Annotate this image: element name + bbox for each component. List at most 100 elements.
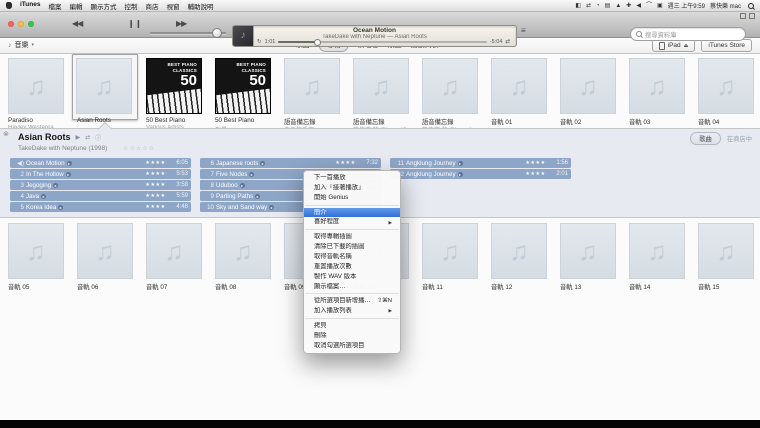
window-widget-icons[interactable] — [740, 13, 755, 19]
shuffle-album-icon[interactable]: ⇄ — [85, 134, 90, 141]
album-cover-placeholder[interactable]: ♫ — [629, 58, 685, 114]
album-cell[interactable]: ♫音軌 06 — [69, 222, 138, 292]
context-menu-item[interactable]: 刪除 — [304, 331, 400, 341]
context-menu-item[interactable]: 下一首播放 — [304, 173, 400, 183]
context-menu-item[interactable]: 重置播放次數 — [304, 262, 400, 272]
menu-title-4[interactable]: 控制 — [124, 1, 137, 11]
context-menu-item[interactable]: 取得專輯插圖 — [304, 232, 400, 242]
menu-title-itunes[interactable]: iTunes — [20, 1, 40, 11]
track-store-arrow-icon[interactable]: ▸ — [458, 161, 463, 166]
track-rating-stars[interactable]: ★★★★· — [335, 160, 358, 166]
album-cell[interactable]: ♫ParadisoHayley Westenra — [0, 57, 69, 127]
album-cover-placeholder[interactable]: ♫ — [8, 223, 64, 279]
track-row[interactable]: 12Angklung Journey▸★★★★·2:01 — [390, 169, 571, 179]
album-cell[interactable]: ♫音軌 15 — [690, 222, 759, 292]
track-store-arrow-icon[interactable]: ▸ — [66, 172, 71, 177]
repeat-icon[interactable]: ↻ — [257, 39, 262, 45]
menu-title-3[interactable]: 顯示方式 — [90, 1, 116, 11]
universal-access-icon[interactable]: ✚ — [626, 3, 631, 9]
album-cell[interactable]: ♫音軌 11 — [414, 222, 483, 292]
pause-button[interactable]: ❙❙ — [128, 19, 143, 28]
track-row[interactable]: 5Korea Idea▸★★★★·4:48 — [10, 202, 191, 212]
track-rating-stars[interactable]: ★★★★· — [145, 193, 168, 199]
album-cell[interactable]: ♫語音備忘錄蔡快樂 的 iPhone4Gs — [345, 57, 414, 127]
search-input[interactable]: 搜尋資料庫 — [630, 27, 746, 41]
messages-icon[interactable]: ▣ — [657, 3, 663, 9]
shuffle-icon[interactable]: ⇄ — [505, 39, 510, 45]
menu-title-2[interactable]: 編輯 — [69, 1, 82, 11]
album-cell[interactable]: ♫音軌 13 — [552, 222, 621, 292]
context-menu-item[interactable]: 取消勾選所選項目 — [304, 341, 400, 351]
album-cover-placeholder[interactable]: ♫ — [353, 58, 409, 114]
track-store-arrow-icon[interactable]: ▸ — [249, 172, 254, 177]
album-cover-placeholder[interactable]: ♫ — [77, 223, 133, 279]
display-icon[interactable]: ▤ — [605, 3, 611, 9]
media-picker[interactable]: ♪ 音樂 ▾ — [8, 40, 34, 50]
context-menu-item[interactable]: 簡介 — [304, 208, 400, 218]
mini-player-icon[interactable] — [740, 13, 746, 19]
play-album-icon[interactable]: ▶ — [76, 134, 81, 141]
album-cell[interactable]: ♫音軌 08 — [207, 222, 276, 292]
context-menu-item[interactable]: 拷貝 — [304, 321, 400, 331]
sync-icon[interactable]: ⇄ — [586, 3, 591, 9]
album-cover-placeholder[interactable]: ♫ — [560, 58, 616, 114]
album-cover-placeholder[interactable]: ♫ — [698, 58, 754, 114]
progress-bar[interactable] — [278, 41, 487, 43]
album-cell[interactable]: BEST PIANOCLASSICS5050 Best Piano群星 — [207, 57, 276, 127]
volume-slider-knob[interactable] — [212, 28, 222, 38]
window-close-button[interactable] — [8, 21, 14, 27]
eject-icon[interactable]: ▲ — [615, 3, 621, 9]
close-icon[interactable]: ⊗ — [3, 130, 9, 138]
up-next-icon[interactable]: ≡ — [521, 26, 526, 35]
album-cell[interactable]: ♫音軌 12 — [483, 222, 552, 292]
album-cell[interactable]: ♫音軌 14 — [621, 222, 690, 292]
context-menu-item[interactable]: 加入播放列表▶ — [304, 306, 400, 316]
track-store-arrow-icon[interactable]: ▸ — [458, 172, 463, 177]
album-cover-bestpiano[interactable]: BEST PIANOCLASSICS50 — [146, 58, 202, 114]
previous-track-button[interactable]: ◀◀ — [72, 19, 82, 28]
album-cover-placeholder[interactable]: ♫ — [284, 58, 340, 114]
track-rating-stars[interactable]: ★★★★· — [145, 160, 168, 166]
album-cover-placeholder[interactable]: ♫ — [422, 58, 478, 114]
menu-bar-user[interactable]: 蔡快樂 mac — [710, 1, 741, 10]
album-cover-bestpiano[interactable]: BEST PIANOCLASSICS50 — [215, 58, 271, 114]
progress-knob[interactable] — [314, 39, 321, 46]
track-row[interactable]: 3Jegoging▸★★★★·3:58 — [10, 180, 191, 190]
context-menu-item[interactable]: 清除已下載的插圖 — [304, 242, 400, 252]
track-store-arrow-icon[interactable]: ▸ — [67, 161, 72, 166]
menu-title-5[interactable]: 商店 — [145, 1, 158, 11]
album-cover-placeholder[interactable]: ♫ — [76, 58, 132, 114]
album-cover-placeholder[interactable]: ♫ — [491, 223, 547, 279]
wifi-icon[interactable]: ⌒ — [646, 3, 652, 9]
apple-menu-icon[interactable] — [6, 2, 12, 9]
track-store-arrow-icon[interactable]: ▸ — [260, 161, 265, 166]
album-cover-placeholder[interactable]: ♫ — [698, 223, 754, 279]
album-cover-placeholder[interactable]: ♫ — [422, 223, 478, 279]
album-cell[interactable]: ♫語音備忘錄蔡快樂 的 iPhone4s — [414, 57, 483, 127]
window-minimize-button[interactable] — [18, 21, 24, 27]
track-store-arrow-icon[interactable]: ▸ — [58, 205, 63, 210]
album-cover-placeholder[interactable]: ♫ — [215, 223, 271, 279]
track-row[interactable]: 6Japanese roots▸★★★★·7:32 — [200, 158, 381, 168]
menu-title-6[interactable]: 視窗 — [166, 1, 179, 11]
track-row[interactable]: 2In The Hollow▸★★★★·5:53 — [10, 169, 191, 179]
album-cover-placeholder[interactable]: ♫ — [491, 58, 547, 114]
track-store-arrow-icon[interactable]: ▸ — [53, 183, 58, 188]
album-cell[interactable]: BEST PIANOCLASSICS5050 Best PianoVarious… — [138, 57, 207, 127]
volume-icon[interactable]: ◀ — [636, 3, 641, 9]
album-cover-placeholder[interactable]: ♫ — [146, 223, 202, 279]
menu-title-7[interactable]: 輔助說明 — [187, 1, 213, 11]
context-menu-item[interactable]: 喜好程度▶ — [304, 217, 400, 227]
context-menu-item[interactable]: 製作 WAV 版本 — [304, 272, 400, 282]
context-menu-item[interactable]: 從所選項目新增播放列表⇧⌘N — [304, 296, 400, 306]
album-cell[interactable]: ♫音軌 01 — [483, 57, 552, 127]
time-machine-icon[interactable]: ◔ — [596, 3, 600, 9]
album-cover-placeholder[interactable]: ♫ — [629, 223, 685, 279]
album-cover-placeholder[interactable]: ♫ — [560, 223, 616, 279]
menu-bar-clock[interactable]: 週三 上午9:59 — [668, 1, 705, 10]
track-store-arrow-icon[interactable]: ▸ — [41, 194, 46, 199]
album-cover-placeholder[interactable]: ♫ — [8, 58, 64, 114]
track-store-arrow-icon[interactable]: ▸ — [269, 205, 274, 210]
input-source-icon[interactable]: ◧ — [575, 3, 581, 9]
spotlight-icon[interactable] — [748, 3, 754, 9]
